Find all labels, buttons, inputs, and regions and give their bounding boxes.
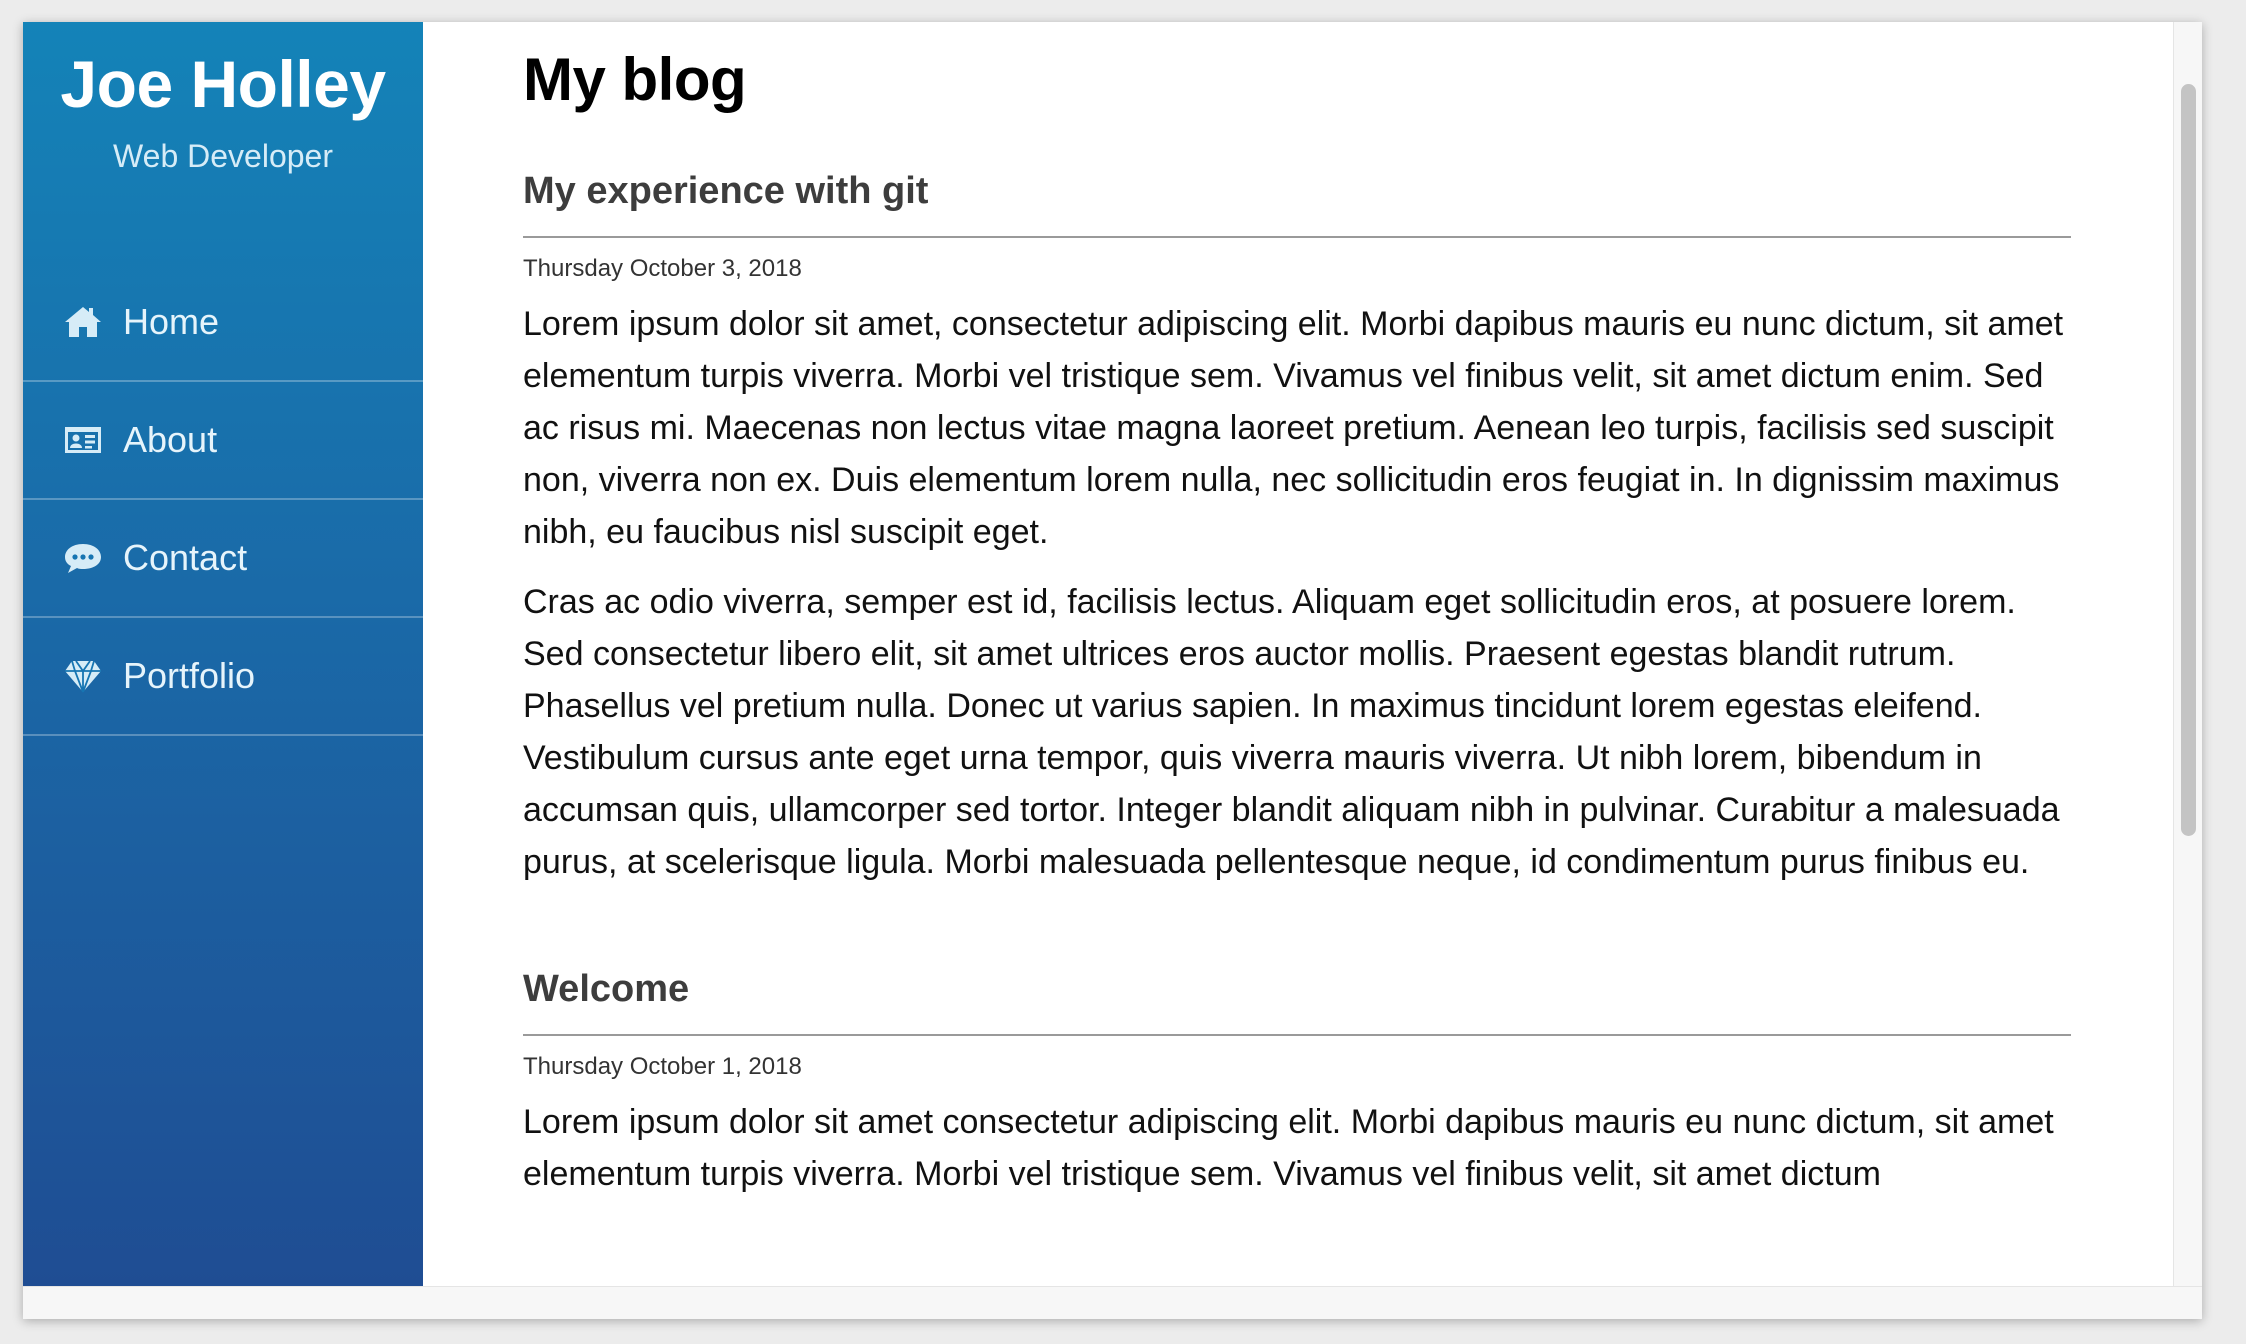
horizontal-scrollbar	[23, 1286, 2202, 1319]
post-paragraph: Lorem ipsum dolor sit amet, consectetur …	[523, 305, 2064, 551]
post-title[interactable]: Welcome	[523, 966, 2071, 1036]
sidebar-item-label: Portfolio	[123, 655, 256, 696]
post-date: Thursday October 1, 2018	[523, 1053, 802, 1080]
brand-name[interactable]: Joe Holley	[23, 44, 423, 124]
post-paragraph: Cras ac odio viverra, semper est id, fac…	[523, 583, 2060, 881]
sidebar: Joe Holley Web Developer Home About Cont…	[23, 22, 423, 1286]
sidebar-item-home[interactable]: Home	[23, 264, 423, 382]
brand: Joe Holley Web Developer	[23, 22, 423, 176]
browser-window: Joe Holley Web Developer Home About Cont…	[23, 22, 2202, 1319]
home-icon	[61, 302, 105, 342]
blog-post: Welcome Thursday October 1, 2018 Lorem i…	[523, 966, 2071, 1200]
post-date: Thursday October 3, 2018	[523, 255, 802, 282]
diamond-icon	[61, 656, 105, 696]
post-paragraph: Lorem ipsum dolor sit amet consectetur a…	[523, 1103, 2054, 1193]
blog-post: My experience with git Thursday October …	[523, 168, 2071, 888]
page-title: My blog	[523, 46, 747, 113]
chat-bubble-icon	[61, 538, 105, 578]
brand-role: Web Developer	[113, 138, 333, 174]
sidebar-item-about[interactable]: About	[23, 382, 423, 500]
vertical-scrollbar[interactable]	[2173, 22, 2202, 1286]
sidebar-item-label: About	[123, 419, 218, 460]
main-content: My blog My experience with git Thursday …	[423, 22, 2173, 1286]
sidebar-item-label: Contact	[123, 537, 248, 578]
sidebar-item-portfolio[interactable]: Portfolio	[23, 618, 423, 736]
blog-content: My blog My experience with git Thursday …	[523, 44, 2071, 1200]
id-card-icon	[61, 420, 105, 460]
sidebar-item-label: Home	[123, 301, 220, 342]
post-title[interactable]: My experience with git	[523, 168, 2071, 238]
sidebar-nav: Home About Contact Portfolio	[23, 264, 423, 736]
scrollbar-thumb[interactable]	[2181, 84, 2196, 836]
sidebar-item-contact[interactable]: Contact	[23, 500, 423, 618]
